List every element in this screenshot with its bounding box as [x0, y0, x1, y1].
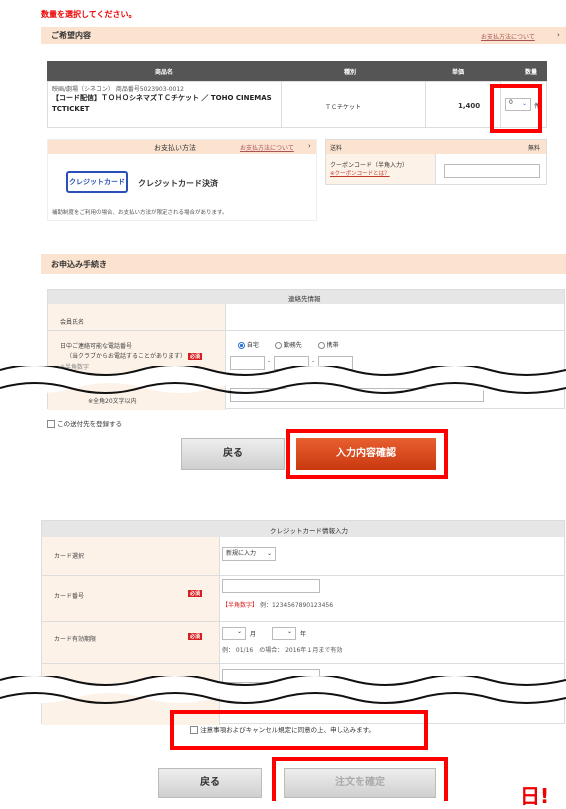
radio-mobile[interactable]: 携帯 [317, 342, 339, 349]
year-unit: 年 [300, 631, 307, 638]
col-type: 種別 [344, 69, 357, 76]
radio-home[interactable]: 自宅 [238, 342, 259, 349]
payment-header: お支払い方法 お支払方法について › [48, 140, 316, 154]
card-expiry-label: カード有効期限 [54, 636, 97, 643]
apply-section-title: お申込み手続き [51, 260, 107, 269]
required-badge: 必須 [187, 353, 202, 360]
chevron-down-icon: ⌄ [266, 550, 272, 557]
credit-card-label: クレジットカード決済 [138, 179, 218, 188]
item-price: 1,400 [458, 102, 481, 110]
shipping-value: 無料 [527, 145, 540, 152]
credit-card-button[interactable]: クレジットカード [66, 171, 128, 193]
payment-note: 補助制度をご利用の場合、お支払い方法が限定される場合があります。 [52, 210, 228, 216]
coupon-label: クーポンコード（半角入力） [330, 162, 409, 169]
chevron-down-icon: ⌄ [286, 628, 292, 635]
expiry-year-select[interactable]: ⌄ [272, 627, 296, 640]
highlight-quantity [490, 84, 542, 133]
expiry-hint: 例： 01/16 の場合： 2016年１月まで有効 [222, 647, 343, 654]
order-section-title: ご希望内容 [51, 31, 91, 40]
checkbox-icon [47, 420, 55, 428]
contact-title: 連絡先情報 [288, 295, 321, 303]
order-section-header: ご希望内容 お支払方法について › [41, 27, 566, 44]
back-button-bottom[interactable]: 戻る [158, 768, 262, 798]
item-category: 映画/劇場（シネコン） 商品番号5023903-0012 [52, 86, 184, 93]
phone-sub-label: （当クラブからお電話することがあります） 必須 [66, 353, 202, 360]
shipping-label: 送料 [330, 145, 343, 152]
payment-title: お支払い方法 [154, 144, 196, 152]
radio-work[interactable]: 勤務先 [274, 342, 302, 349]
item-name: 【コード配信】ＴＯＨＯシネマズＴＣチケット ／ TOHO CINEMAS TCT… [52, 94, 272, 113]
item-type: ＴＣチケット [325, 104, 362, 111]
month-unit: 月 [250, 631, 257, 638]
phone-type-radios: 自宅 勤務先 携帯 [238, 340, 339, 349]
chevron-right-icon: › [308, 142, 311, 150]
expiry-month-select[interactable]: ⌄ [222, 627, 246, 640]
phone-dash: - [268, 358, 271, 365]
apply-section-header: お申込み手続き [41, 254, 566, 274]
card-number-hint: 【半角数字】 例：1234567890123456 [222, 602, 334, 609]
highlight-agree [170, 710, 428, 750]
shipping-row: 送料 無料 [326, 140, 546, 154]
warning-text: 数量を選択してください。 [41, 10, 137, 19]
card-number-input[interactable] [222, 579, 320, 593]
torn-edge-divider [0, 366, 566, 394]
col-product: 商品名 [155, 69, 174, 76]
contact-table-header: 連絡先情報 [48, 290, 564, 304]
highlight-submit [272, 757, 448, 801]
col-price: 単価 [452, 69, 465, 76]
order-table-header: 商品名 種別 単価 数量 [47, 61, 547, 81]
required-badge: 必須 [188, 633, 203, 640]
order-table-row: 映画/劇場（シネコン） 商品番号5023903-0012 【コード配信】ＴＯＨＯ… [47, 81, 547, 128]
card-title: クレジットカード情報入力 [270, 527, 348, 535]
card-table-header: クレジットカード情報入力 [42, 521, 564, 537]
coupon-help-link[interactable]: ※クーポンコードとは？ [330, 169, 390, 177]
register-address-checkbox[interactable]: この送付先を登録する [47, 418, 122, 428]
payment-info-link[interactable]: お支払方法について [481, 32, 535, 41]
chevron-right-icon: › [557, 31, 560, 39]
highlight-confirm [286, 429, 448, 479]
back-button[interactable]: 戻る [181, 438, 285, 470]
torn-edge-divider [0, 676, 566, 704]
required-badge: 必須 [188, 590, 203, 597]
phone-dash: - [312, 358, 315, 365]
col-qty: 数量 [525, 69, 538, 76]
card-select-label: カード選択 [54, 553, 85, 560]
payment-method-link[interactable]: お支払方法について [240, 143, 294, 152]
member-name-label: 会員氏名 [60, 319, 85, 326]
corner-annotation: 日! [520, 784, 550, 808]
card-select[interactable]: 新規に入力 ⌄ [222, 547, 276, 561]
card-number-label: カード番号 [54, 593, 85, 600]
phone-label: 日中ご連絡可能な電話番号 [60, 343, 133, 350]
payment-box: お支払い方法 お支払方法について › クレジットカード クレジットカード決済 補… [47, 139, 317, 221]
chevron-down-icon: ⌄ [236, 628, 242, 635]
shipping-box: 送料 無料 クーポンコード（半角入力） ※クーポンコードとは？ [325, 139, 547, 185]
coupon-input[interactable] [444, 164, 540, 178]
